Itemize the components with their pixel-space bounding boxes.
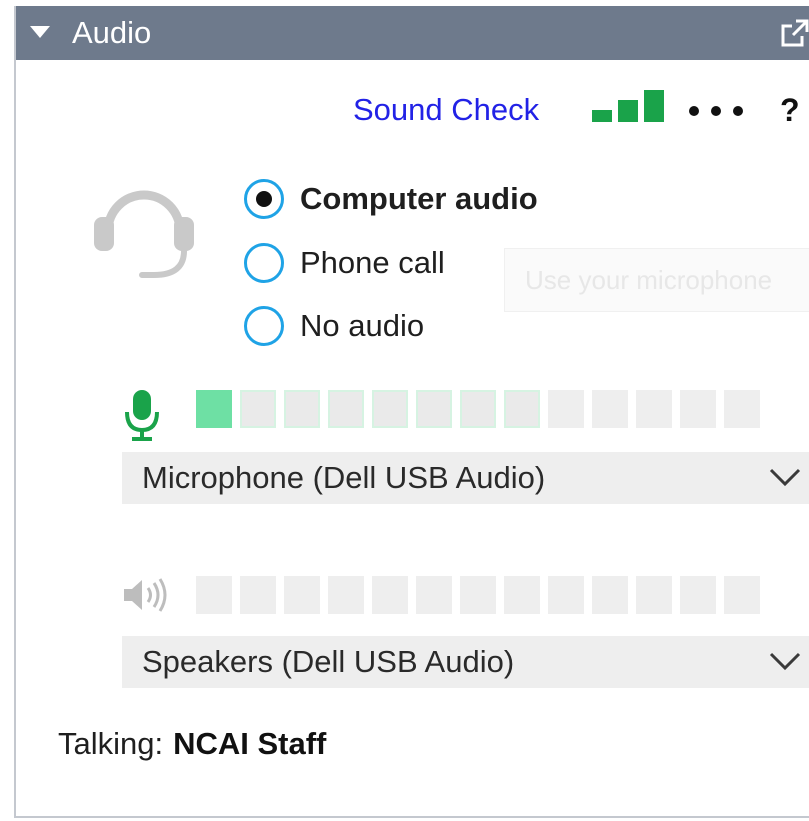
tooltip-ghost: Use your microphone [504,248,809,312]
speaker-level-segment [636,576,672,614]
sound-check-link[interactable]: Sound Check [353,90,539,130]
mic-level-segment [504,390,540,428]
mic-level-segment [636,390,672,428]
talking-indicator: Talking: NCAI Staff [58,724,326,764]
radio-phone-call[interactable] [244,243,284,283]
mic-level-segment [592,390,628,428]
mic-level-segment [416,390,452,428]
radio-no-audio[interactable] [244,306,284,346]
speaker-level-segment [416,576,452,614]
signal-strength-icon[interactable] [592,90,668,124]
option-no-audio[interactable]: No audio [244,301,424,351]
audio-panel: Audio Sound Check ? Computer audio Use y… [14,6,809,818]
talking-name: NCAI Staff [173,726,327,761]
mic-level-segment [548,390,584,428]
option-phone-call[interactable]: Phone call [244,238,445,288]
mic-level-segment [724,390,760,428]
microphone-icon [125,390,159,441]
talking-label: Talking: [58,726,164,761]
speaker-level-segment [592,576,628,614]
speaker-icon [124,578,167,612]
speaker-level-meter [196,576,760,614]
more-options-icon[interactable] [686,100,748,122]
tooltip-text: Use your microphone [525,265,773,295]
headset-icon [94,190,194,278]
microphone-level-meter [196,390,760,428]
panel-header[interactable]: Audio [16,6,809,60]
mic-level-segment [372,390,408,428]
mic-level-segment [680,390,716,428]
speaker-level-segment [548,576,584,614]
speaker-level-segment [460,576,496,614]
speaker-level-segment [328,576,364,614]
speaker-level-segment [504,576,540,614]
option-no-audio-label: No audio [300,308,425,343]
speaker-select[interactable]: Speakers (Dell USB Audio) [122,636,809,688]
option-computer-audio[interactable]: Computer audio [244,174,538,224]
microphone-select[interactable]: Microphone (Dell USB Audio) [122,452,809,504]
speaker-level-segment [196,576,232,614]
option-phone-call-label: Phone call [300,245,445,280]
mic-level-segment [460,390,496,428]
help-button[interactable]: ? [780,90,800,130]
speaker-select-value: Speakers (Dell USB Audio) [142,644,515,679]
chevron-down-icon[interactable] [768,465,802,489]
speaker-level-segment [284,576,320,614]
mic-level-segment [328,390,364,428]
mic-level-segment [240,390,276,428]
panel-title: Audio [72,15,152,50]
mic-level-segment [196,390,232,428]
radio-computer-audio[interactable] [244,179,284,219]
speaker-level-segment [372,576,408,614]
mic-level-segment [284,390,320,428]
speaker-level-segment [724,576,760,614]
caret-down-icon[interactable] [30,26,50,38]
chevron-down-icon[interactable] [768,649,802,673]
microphone-select-value: Microphone (Dell USB Audio) [142,460,546,495]
option-computer-audio-label: Computer audio [300,181,538,216]
popout-icon[interactable] [780,18,809,48]
speaker-level-segment [240,576,276,614]
speaker-level-segment [680,576,716,614]
